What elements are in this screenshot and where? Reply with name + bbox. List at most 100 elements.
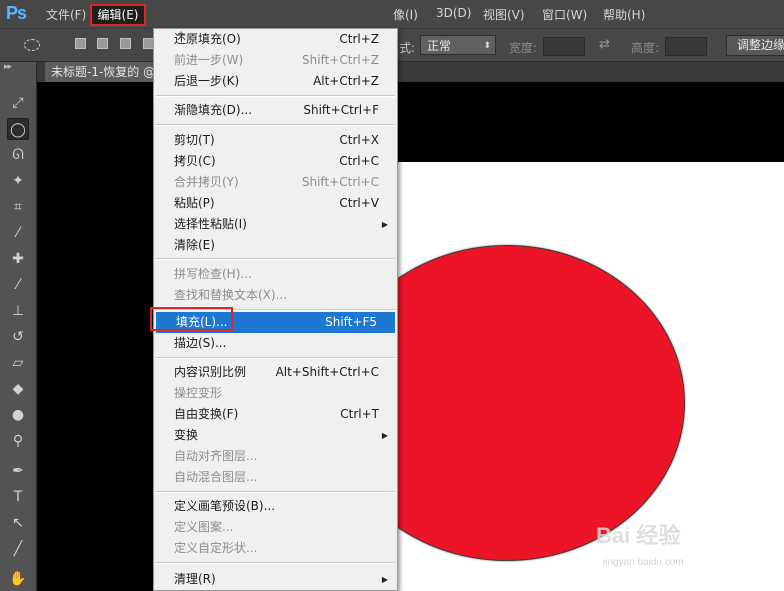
hand-tool-icon[interactable]: ✋ xyxy=(7,568,29,590)
pen-tool-icon[interactable]: ✒ xyxy=(7,460,29,482)
history-brush-tool-icon[interactable]: ↺ xyxy=(7,326,29,348)
menu-item-cut[interactable]: 剪切(T) Ctrl+X xyxy=(154,130,397,151)
style-label: 式: xyxy=(399,41,416,55)
paint-bucket-tool-icon[interactable]: ◆ xyxy=(7,378,29,400)
menu-item-copy[interactable]: 拷贝(C) Ctrl+C xyxy=(154,151,397,172)
menu-item-label: 描边(S)... xyxy=(174,336,227,350)
submenu-arrow-icon: ▶ xyxy=(381,431,388,440)
menu-item-find-replace[interactable]: 查找和替换文本(X)... xyxy=(154,285,397,306)
menu-item-label: 内容识别比例 xyxy=(174,365,247,379)
menu-item-shortcut: Ctrl+T xyxy=(340,407,379,421)
menu-item-label: 清除(E) xyxy=(174,238,215,252)
menu-item-label: 剪切(T) xyxy=(174,133,215,147)
menu-item-label: 定义自定形状... xyxy=(174,541,258,555)
width-input[interactable] xyxy=(543,37,585,56)
healing-brush-tool-icon[interactable]: ✚ xyxy=(7,248,29,270)
menu-item-step-forward[interactable]: 前进一步(W) Shift+Ctrl+Z xyxy=(154,50,397,71)
menu-item-auto-align[interactable]: 自动对齐图层... xyxy=(154,446,397,467)
menu-separator xyxy=(156,258,395,260)
menu-separator xyxy=(156,357,395,359)
path-selection-tool-icon[interactable]: ↖ xyxy=(7,512,29,534)
menu-item-purge[interactable]: 清理(R) ▶ xyxy=(154,569,397,590)
menu-item-define-brush[interactable]: 定义画笔预设(B)... xyxy=(154,496,397,517)
menu-separator xyxy=(156,95,395,97)
ellipse-marquee-icon[interactable] xyxy=(24,39,40,51)
menu-item-label: 还原填充(O) xyxy=(174,32,241,46)
add-selection-icon[interactable] xyxy=(97,38,108,49)
menu-item-step-backward[interactable]: 后退一步(K) Alt+Ctrl+Z xyxy=(154,71,397,92)
menu-item-define-pattern[interactable]: 定义图案... xyxy=(154,517,397,538)
menu-item-transform[interactable]: 变换 ▶ xyxy=(154,425,397,446)
menu-item-shortcut: Ctrl+X xyxy=(339,133,379,147)
menu-item-shortcut: Shift+F5 xyxy=(325,315,377,329)
menu-item-auto-blend[interactable]: 自动混合图层... xyxy=(154,467,397,488)
menu-item-label: 前进一步(W) xyxy=(174,53,244,67)
eyedropper-tool-icon[interactable]: ⁄ xyxy=(7,222,29,244)
height-input[interactable] xyxy=(665,37,707,56)
magic-wand-tool-icon[interactable]: ✦ xyxy=(7,170,29,192)
menu-item-stroke[interactable]: 描边(S)... xyxy=(154,333,397,354)
menu-item-shortcut: Shift+Ctrl+Z xyxy=(302,53,379,67)
menu-image[interactable]: 像(I) xyxy=(393,6,418,23)
red-circle-shape xyxy=(396,246,684,560)
menu-item-free-transform[interactable]: 自由变换(F) Ctrl+T xyxy=(154,404,397,425)
ellipse-marquee-tool-icon[interactable]: ◯ xyxy=(7,118,29,140)
menu-item-fade[interactable]: 渐隐填充(D)... Shift+Ctrl+F xyxy=(154,100,397,121)
width-label: 宽度: xyxy=(509,41,538,55)
blur-tool-icon[interactable]: ● xyxy=(7,404,29,426)
document-tab-bar: 未标题-1-恢复的 @ xyxy=(37,62,784,82)
menu-separator xyxy=(156,562,395,564)
menu-item-label: 后退一步(K) xyxy=(174,74,240,88)
menu-item-label: 查找和替换文本(X)... xyxy=(174,288,288,302)
menu-item-label: 粘贴(P) xyxy=(174,196,215,210)
brush-tool-icon[interactable]: ⁄ xyxy=(7,274,29,296)
submenu-arrow-icon: ▶ xyxy=(381,575,388,584)
menu-item-paste-special[interactable]: 选择性粘贴(I) ▶ xyxy=(154,214,397,235)
menu-item-spell-check[interactable]: 拼写检查(H)... xyxy=(154,264,397,285)
menu-item-label: 合并拷贝(Y) xyxy=(174,175,239,189)
menu-item-shortcut: Ctrl+Z xyxy=(339,32,379,46)
menu-bar: Ps 文件(F) 编辑(E) 像(I) 3D(D) 视图(V) 窗口(W) 帮助… xyxy=(0,0,784,28)
eraser-tool-icon[interactable]: ▱ xyxy=(7,352,29,374)
watermark: Bai 经验 xyxy=(596,523,681,548)
menu-edit[interactable]: 编辑(E) xyxy=(90,4,146,26)
submenu-arrow-icon: ▶ xyxy=(381,220,388,229)
menu-item-puppet-warp[interactable]: 操控变形 xyxy=(154,383,397,404)
crop-tool-icon[interactable]: ⌗ xyxy=(7,196,29,218)
menu-item-copy-merged[interactable]: 合并拷贝(Y) Shift+Ctrl+C xyxy=(154,172,397,193)
menu-help[interactable]: 帮助(H) xyxy=(603,6,645,23)
style-select[interactable]: 正常 ⬍ xyxy=(420,35,496,55)
menu-item-clear[interactable]: 清除(E) xyxy=(154,235,397,256)
move-tool-icon[interactable]: ⤢ xyxy=(7,92,29,114)
menu-item-paste[interactable]: 粘贴(P) Ctrl+V xyxy=(154,193,397,214)
dodge-tool-icon[interactable]: ⚲ xyxy=(7,430,29,452)
menu-file[interactable]: 文件(F) xyxy=(46,6,86,23)
menu-item-define-shape[interactable]: 定义自定形状... xyxy=(154,538,397,559)
menu-item-label: 自动混合图层... xyxy=(174,470,258,484)
menu-item-label: 拼写检查(H)... xyxy=(174,267,252,281)
swap-icon[interactable]: ⇄ xyxy=(599,37,610,52)
menu-item-label: 定义画笔预设(B)... xyxy=(174,499,276,513)
document-canvas[interactable] xyxy=(396,162,784,591)
menu-item-undo[interactable]: 还原填充(O) Ctrl+Z xyxy=(154,29,397,50)
menu-item-shortcut: Alt+Ctrl+Z xyxy=(313,74,379,88)
photoshop-logo: Ps xyxy=(6,3,27,23)
menu-separator xyxy=(156,124,395,126)
clone-stamp-tool-icon[interactable]: ⊥ xyxy=(7,300,29,322)
subtract-selection-icon[interactable] xyxy=(120,38,131,49)
menu-3d[interactable]: 3D(D) xyxy=(436,6,471,20)
menu-view[interactable]: 视图(V) xyxy=(483,6,525,23)
menu-item-label: 自由变换(F) xyxy=(174,407,239,421)
lasso-tool-icon[interactable]: ᘏ xyxy=(7,144,29,166)
menu-window[interactable]: 窗口(W) xyxy=(542,6,587,23)
line-tool-icon[interactable]: ╱ xyxy=(7,538,29,560)
refine-edge-button[interactable]: 调整边缘 xyxy=(726,35,784,56)
menu-item-content-aware-scale[interactable]: 内容识别比例 Alt+Shift+Ctrl+C xyxy=(154,362,397,383)
collapse-icon[interactable]: ▸▸ xyxy=(4,62,12,72)
new-selection-icon[interactable] xyxy=(75,38,86,49)
chevron-down-icon: ⬍ xyxy=(483,41,491,51)
type-tool-icon[interactable]: T xyxy=(7,486,29,508)
menu-separator xyxy=(156,491,395,493)
menu-item-label: 操控变形 xyxy=(174,386,223,400)
menu-item-shortcut: Alt+Shift+Ctrl+C xyxy=(275,365,379,379)
